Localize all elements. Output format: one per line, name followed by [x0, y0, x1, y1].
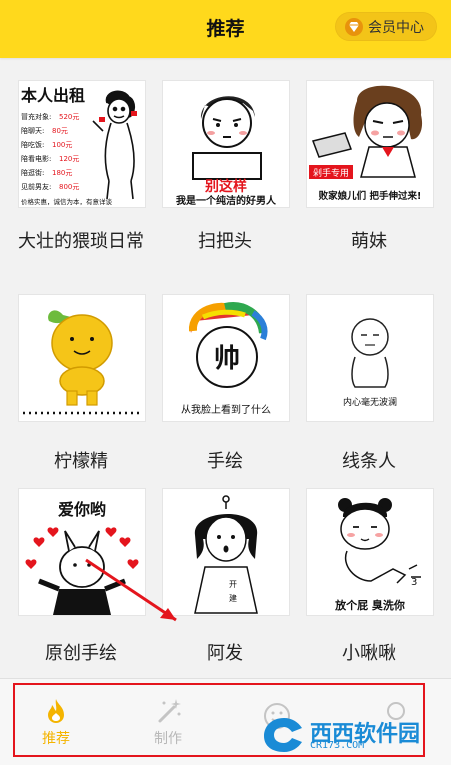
flame-icon: [48, 699, 64, 723]
shirt-mark: 开: [229, 580, 237, 589]
category-label[interactable]: 柠檬精: [11, 450, 151, 474]
chop-tag: 剁手专用: [313, 167, 349, 179]
price-name-1: 冒充对象:: [21, 112, 51, 121]
vip-center-button[interactable]: 会员中心: [335, 12, 437, 41]
price-value-5: 180元: [52, 169, 72, 177]
tab-create[interactable]: 制作: [138, 697, 198, 748]
tab-label: 推荐: [42, 731, 70, 747]
price-name-5: 陪逛街:: [21, 168, 44, 177]
caption-good-man: 我是一个纯洁的好男人: [176, 194, 277, 207]
category-grid: 本人出租 冒充对象: 520元 陪聊天: 80元 陪吃饭: 100元 陪看电影:…: [0, 58, 451, 678]
category-card-image[interactable]: 帅 从我脸上看到了什么: [162, 294, 290, 422]
shirt-mark: 建: [229, 593, 237, 603]
category-card-image[interactable]: 爱你哟: [18, 488, 146, 616]
category-label[interactable]: 大壮的猥琐日常: [11, 230, 151, 254]
tab-label: 制作: [154, 731, 182, 747]
category-card-image[interactable]: 内心毫无波澜: [306, 294, 434, 422]
category-card-image[interactable]: 开 建: [162, 488, 290, 616]
category-label[interactable]: 原创手绘: [11, 642, 151, 666]
category-card-image[interactable]: 3 放个屁 臭洗你: [306, 488, 434, 616]
price-value-3: 100元: [52, 141, 72, 149]
caption-fart: 放个屁 臭洗你: [334, 598, 405, 612]
category-label[interactable]: 手绘: [155, 450, 295, 474]
category-card-image[interactable]: 别这样 我是一个纯洁的好男人: [162, 80, 290, 208]
lip-mark: [99, 117, 105, 122]
price-name-6: 见前男友:: [21, 182, 51, 191]
rent-title: 本人出租: [21, 86, 85, 105]
top-bar: 推荐 会员中心: [0, 0, 451, 58]
price-value-6: 800元: [59, 183, 79, 191]
watermark-logo-icon: [264, 718, 302, 752]
category-label[interactable]: 线条人: [299, 450, 439, 474]
category-label[interactable]: 阿发: [155, 642, 295, 666]
category-card-image[interactable]: [18, 294, 146, 422]
watermark-url: CR173.COM: [310, 740, 365, 751]
caption-spendthrift: 败家娘儿们 把手伸过来!: [319, 190, 422, 202]
rent-footer: 价格实惠，诚信为本，有意详谈: [21, 197, 113, 206]
site-watermark: 西西软件园 CR173.COM: [258, 714, 436, 756]
price-value-1: 520元: [59, 113, 79, 121]
price-value-4: 120元: [59, 155, 79, 163]
caption-calm: 内心毫无波澜: [343, 396, 397, 408]
category-label[interactable]: 扫把头: [155, 230, 295, 254]
category-card-image[interactable]: 本人出租 冒充对象: 520元 陪聊天: 80元 陪吃饭: 100元 陪看电影:…: [18, 80, 146, 208]
magic-wand-icon: [158, 699, 181, 723]
price-value-2: 80元: [52, 127, 68, 135]
sound-effect: 3: [411, 577, 417, 588]
category-label[interactable]: 小啾啾: [299, 642, 439, 666]
face-text: 帅: [214, 344, 240, 374]
caption-face: 从我脸上看到了什么: [181, 403, 271, 416]
category-label[interactable]: 萌妹: [299, 230, 439, 254]
caption-stop: 别这样: [204, 178, 247, 195]
vip-center-label: 会员中心: [368, 19, 424, 36]
tab-recommend[interactable]: 推荐: [26, 697, 86, 748]
price-name-4: 陪看电影:: [21, 154, 51, 163]
lip-mark: [131, 111, 137, 116]
diamond-heart-icon: [345, 17, 363, 36]
caption-love: 爱你哟: [58, 500, 106, 519]
category-card-image[interactable]: 剁手专用 败家娘儿们 把手伸过来!: [306, 80, 434, 208]
price-name-2: 陪聊天:: [21, 126, 44, 135]
price-name-3: 陪吃饭:: [21, 140, 44, 149]
